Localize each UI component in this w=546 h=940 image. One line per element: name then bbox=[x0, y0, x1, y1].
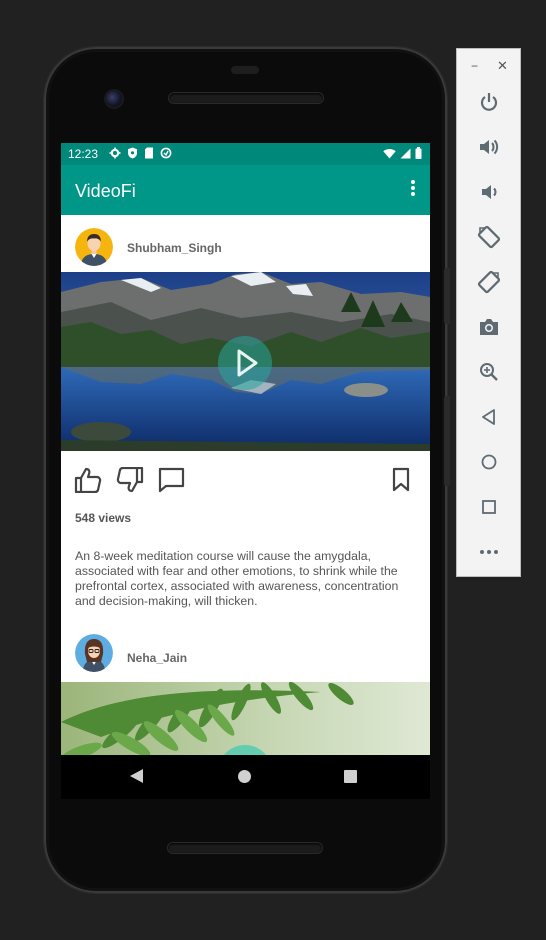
camera-icon[interactable] bbox=[476, 314, 502, 340]
video-thumbnail[interactable] bbox=[61, 682, 430, 755]
sync-icon bbox=[160, 147, 172, 159]
volume-down-icon[interactable] bbox=[476, 179, 502, 205]
nav-overview-icon[interactable] bbox=[344, 770, 357, 783]
wifi-icon bbox=[383, 148, 396, 158]
post-header: Shubham_Singh bbox=[61, 215, 430, 272]
cell-signal-icon bbox=[400, 148, 411, 158]
device-screen: 12:23 VideoFi Shubham_Singh 548 views An… bbox=[61, 143, 430, 755]
minimize-icon[interactable]: − bbox=[471, 59, 478, 73]
more-vert-icon[interactable] bbox=[410, 180, 416, 200]
sd-card-icon bbox=[145, 147, 153, 159]
battery-icon bbox=[415, 147, 422, 159]
nav-back-icon[interactable] bbox=[130, 769, 143, 783]
nav-home-icon[interactable] bbox=[238, 770, 251, 783]
avatar[interactable] bbox=[75, 228, 113, 266]
status-time: 12:23 bbox=[68, 147, 99, 161]
like-icon[interactable] bbox=[74, 467, 104, 495]
rotate-right-icon[interactable] bbox=[476, 269, 502, 295]
post-username[interactable]: Shubham_Singh bbox=[127, 241, 222, 255]
back-icon[interactable] bbox=[476, 404, 502, 430]
comment-icon[interactable] bbox=[158, 467, 188, 495]
video-thumbnail[interactable] bbox=[61, 272, 430, 451]
post-username[interactable]: Neha_Jain bbox=[127, 651, 187, 665]
zoom-icon[interactable] bbox=[476, 359, 502, 385]
overview-icon[interactable] bbox=[476, 494, 502, 520]
power-icon[interactable] bbox=[476, 89, 502, 115]
play-icon bbox=[237, 349, 258, 377]
emulator-toolbar: − ✕ bbox=[456, 48, 521, 577]
earpiece-speaker bbox=[169, 93, 323, 103]
volume-up-icon[interactable] bbox=[476, 134, 502, 160]
post-header: Neha_Jain bbox=[61, 622, 430, 682]
rotate-left-icon[interactable] bbox=[476, 224, 502, 250]
proximity-sensor bbox=[231, 66, 259, 74]
view-count: 548 views bbox=[75, 511, 132, 525]
post-card: Neha_Jain bbox=[61, 622, 430, 755]
dislike-icon[interactable] bbox=[116, 466, 146, 495]
close-icon[interactable]: ✕ bbox=[497, 58, 508, 74]
app-title: VideoFi bbox=[75, 181, 136, 201]
play-button[interactable] bbox=[218, 336, 272, 390]
side-button-volume bbox=[444, 396, 450, 486]
status-bar: 12:23 bbox=[61, 143, 430, 165]
post-actions bbox=[61, 451, 430, 511]
front-camera bbox=[106, 91, 122, 107]
home-icon[interactable] bbox=[476, 449, 502, 475]
app-bar: VideoFi bbox=[61, 165, 430, 215]
gear-icon bbox=[109, 147, 121, 159]
post-description: An 8-week meditation course will cause t… bbox=[75, 549, 399, 608]
side-button-power bbox=[444, 268, 450, 324]
system-nav-bar bbox=[61, 755, 430, 799]
shield-icon bbox=[128, 147, 137, 159]
bookmark-icon[interactable] bbox=[391, 467, 421, 495]
bottom-speaker bbox=[168, 843, 322, 853]
post-card: Shubham_Singh 548 views An 8-week medita… bbox=[61, 215, 430, 622]
avatar[interactable] bbox=[75, 634, 113, 672]
more-icon[interactable] bbox=[476, 539, 502, 565]
video-feed[interactable]: Shubham_Singh 548 views An 8-week medita… bbox=[61, 215, 430, 755]
